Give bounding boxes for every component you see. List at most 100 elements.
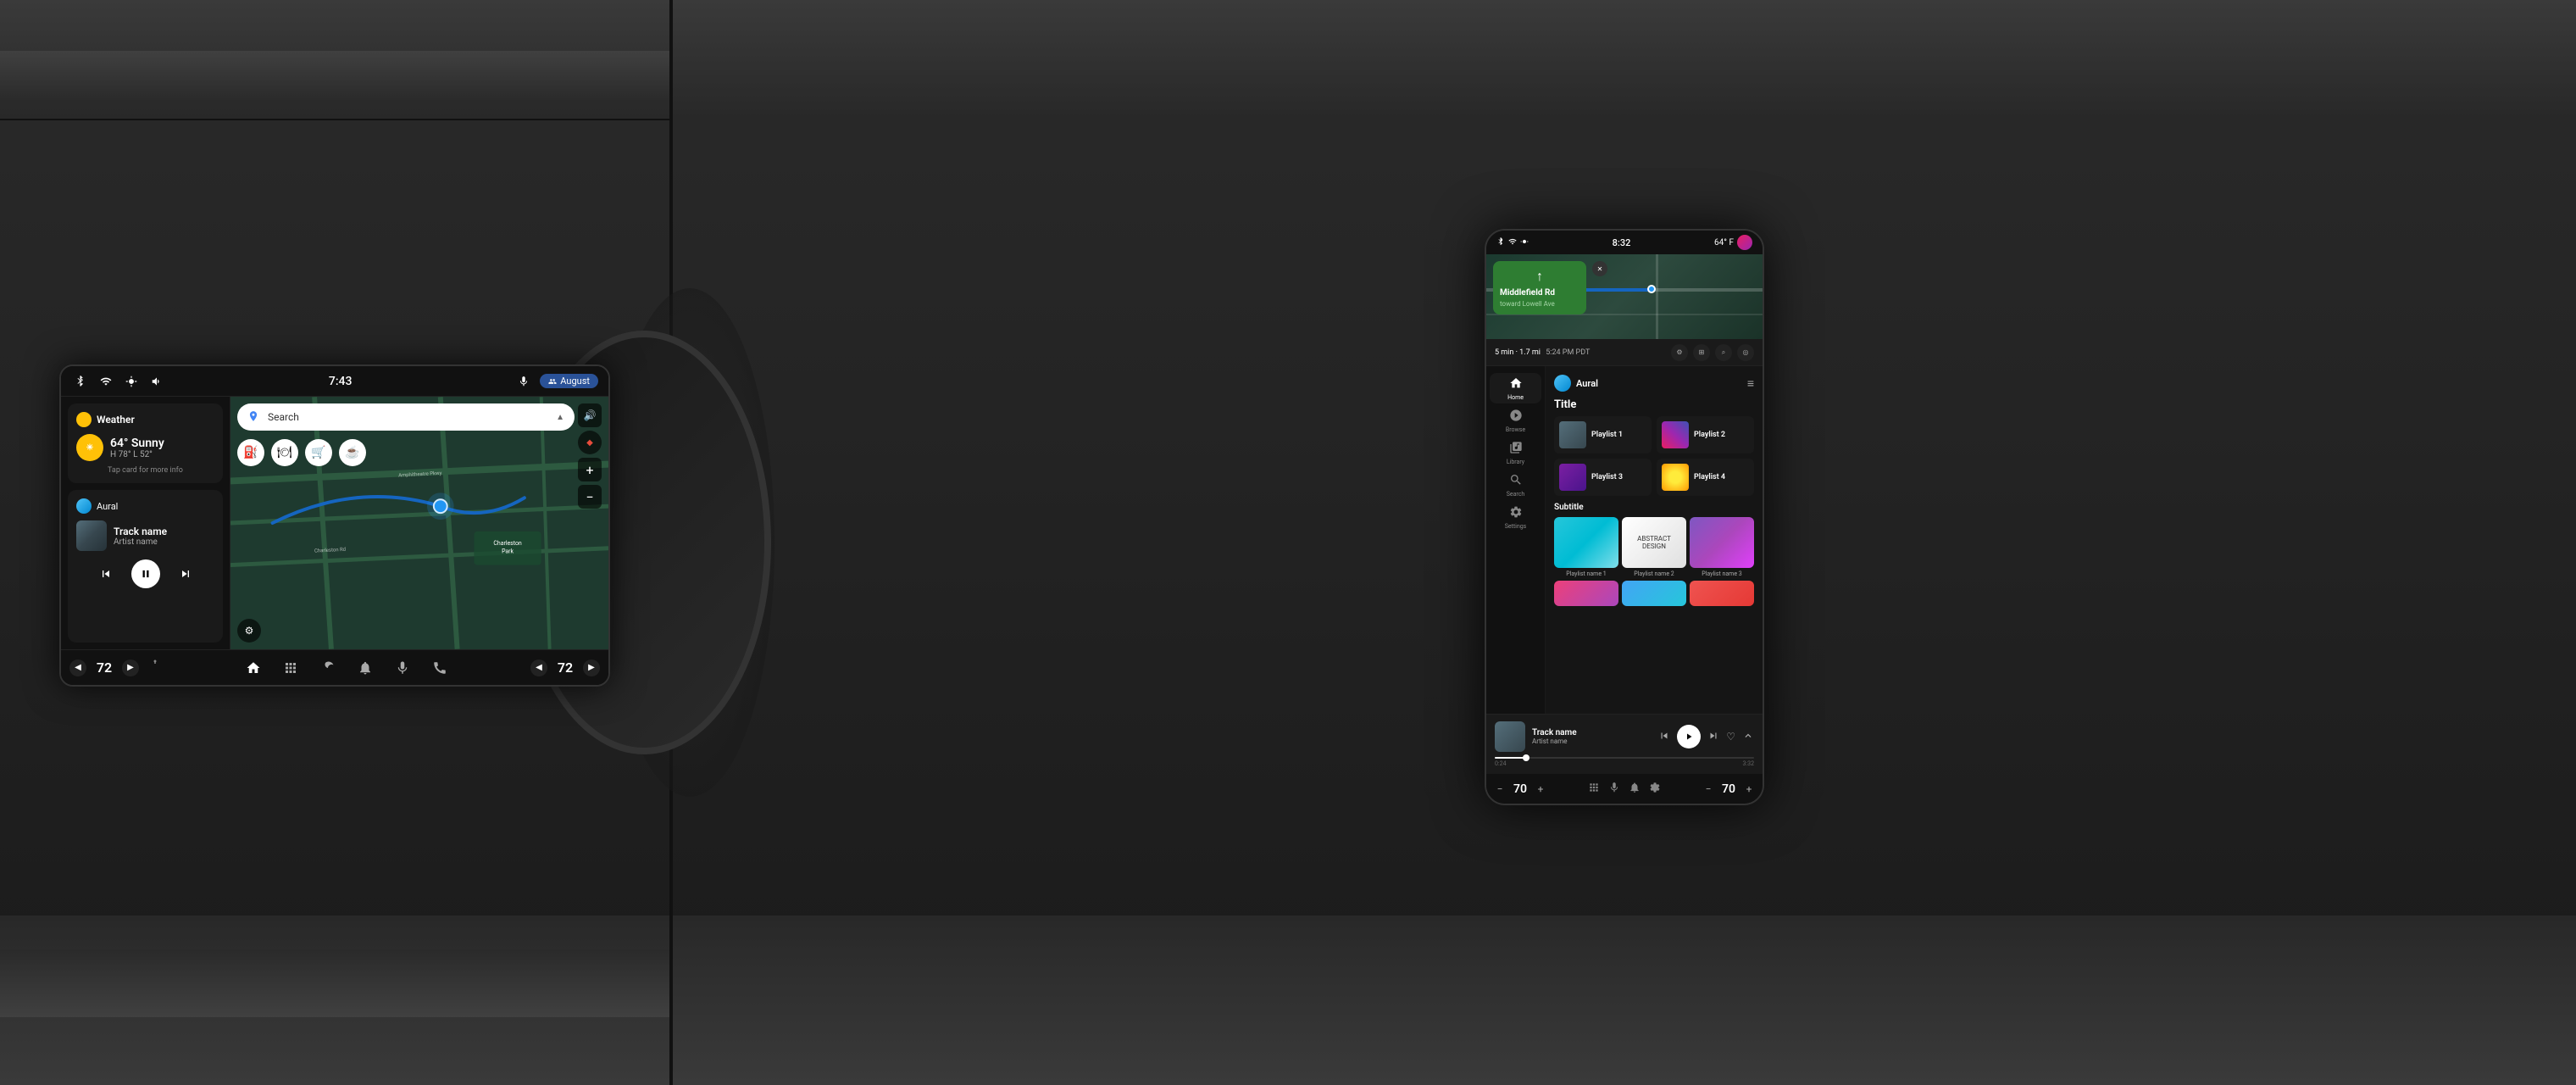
expand-icon: ▲ xyxy=(556,413,564,422)
album-art-image xyxy=(76,520,107,551)
np-expand-button[interactable] xyxy=(1742,730,1754,744)
sidebar-item-settings[interactable]: Settings xyxy=(1490,502,1541,532)
compass-button[interactable]: ◆ xyxy=(578,431,602,454)
subtitle-item-6[interactable] xyxy=(1690,581,1754,606)
app-brand: Aural xyxy=(1554,375,1598,392)
subtitle-art-1 xyxy=(1554,517,1618,568)
sidebar-item-search[interactable]: Search xyxy=(1490,470,1541,500)
gas-station-button[interactable]: ⛽ xyxy=(237,439,264,466)
progress-bar[interactable] xyxy=(1495,757,1754,759)
current-time: 0:24 xyxy=(1495,760,1507,767)
weather-card[interactable]: Weather ☀ 64° Sunny H 78° L 52° xyxy=(68,403,223,483)
phone-temp: 64° F xyxy=(1714,238,1734,248)
temp-info: 64° Sunny H 78° L 52° xyxy=(110,437,164,459)
zoom-in-button[interactable]: + xyxy=(578,458,602,481)
np-next-button[interactable] xyxy=(1707,730,1719,744)
now-playing-controls: ♡ xyxy=(1658,725,1754,748)
car-header-icons xyxy=(71,372,166,391)
shopping-button[interactable]: 🛒 xyxy=(305,439,332,466)
signal-icon xyxy=(97,372,115,391)
volume-map-button[interactable]: 🔊 xyxy=(578,403,602,427)
mic-icon[interactable] xyxy=(514,372,533,391)
phone-temp-right-minus[interactable]: − xyxy=(1702,783,1715,795)
phone-mic-button[interactable] xyxy=(1608,782,1620,796)
sidebar-item-browse[interactable]: Browse xyxy=(1490,405,1541,436)
next-button[interactable] xyxy=(174,562,197,586)
phone-settings-button[interactable] xyxy=(1649,782,1661,796)
phone-signal-icon xyxy=(1508,237,1517,248)
brightness-icon[interactable] xyxy=(122,372,141,391)
apps-button[interactable] xyxy=(279,656,303,680)
playlist-1-name: Playlist 1 xyxy=(1591,431,1623,439)
section-title: Title xyxy=(1554,398,1754,411)
subtitle-item-4[interactable] xyxy=(1554,581,1618,606)
map-settings-button[interactable]: ⚙ xyxy=(237,619,261,643)
np-play-button[interactable] xyxy=(1677,725,1701,748)
nav-close-button[interactable]: ✕ xyxy=(1592,261,1607,276)
car-body: Weather ☀ 64° Sunny H 78° L 52° xyxy=(61,397,608,649)
phone-status-right: 64° F xyxy=(1714,235,1752,250)
phone-left-temp: − 70 + xyxy=(1493,782,1547,796)
subtitle-name-2: Playlist name 2 xyxy=(1622,570,1686,577)
subtitle-item-2[interactable]: ABSTRACTDESIGN Playlist name 2 xyxy=(1622,517,1686,577)
progress-dot xyxy=(1523,754,1530,761)
temp-decrease-right[interactable]: ◀ xyxy=(530,659,547,676)
playlist-icon[interactable]: ≡ xyxy=(1747,376,1754,391)
home-button[interactable] xyxy=(242,656,265,680)
subtitle-item-5[interactable] xyxy=(1622,581,1686,606)
temp-increase-left[interactable]: ▶ xyxy=(122,659,139,676)
map-svg: Charleston Park Amphitheatre Pkwy Charle… xyxy=(230,397,608,649)
nav-eta: 5 min · 1.7 mi 5:24 PM PDT xyxy=(1495,348,1590,357)
car-sidebar: Weather ☀ 64° Sunny H 78° L 52° xyxy=(61,397,230,649)
previous-button[interactable] xyxy=(94,562,118,586)
svg-text:Charleston: Charleston xyxy=(493,540,521,547)
phone-notification-button[interactable] xyxy=(1629,782,1641,796)
map-search-bar[interactable]: Search ▲ xyxy=(237,403,575,431)
voice-button[interactable] xyxy=(391,656,414,680)
settings-icon xyxy=(1509,505,1523,521)
temp-decrease-left[interactable]: ◀ xyxy=(69,659,86,676)
user-badge[interactable]: August xyxy=(540,374,598,388)
subtitle-item-3[interactable]: Playlist name 3 xyxy=(1690,517,1754,577)
now-playing-artist: Artist name xyxy=(1532,737,1652,745)
library-icon xyxy=(1509,441,1523,457)
volume-icon[interactable] xyxy=(147,372,166,391)
music-app-name: Aural xyxy=(97,501,118,512)
phone-temp-left-plus[interactable]: + xyxy=(1534,783,1547,795)
app-header-row: Aural ≡ xyxy=(1554,375,1754,392)
nav-location-icon[interactable]: ◎ xyxy=(1737,344,1754,361)
phone-main-content: Aural ≡ Title Playlist 1 Playlist 2 xyxy=(1546,366,1763,714)
np-favorite-button[interactable]: ♡ xyxy=(1726,731,1735,743)
playlist-item-2[interactable]: Playlist 2 xyxy=(1657,416,1754,453)
phone-bottom-bar: − 70 + xyxy=(1486,773,1763,804)
fan-button[interactable] xyxy=(316,656,340,680)
nav-toward: toward Lowell Ave xyxy=(1500,300,1579,308)
nav-settings-icon[interactable]: ⚙ xyxy=(1671,344,1688,361)
sidebar-browse-label: Browse xyxy=(1506,426,1525,433)
coffee-button[interactable]: ☕ xyxy=(339,439,366,466)
np-previous-button[interactable] xyxy=(1658,730,1670,744)
music-app-header: Aural xyxy=(76,498,214,514)
restaurant-button[interactable]: 🍽 xyxy=(271,439,298,466)
car-map[interactable]: Charleston Park Amphitheatre Pkwy Charle… xyxy=(230,397,608,649)
nav-search-icon[interactable]: ⌕ xyxy=(1715,344,1732,361)
phone-button[interactable] xyxy=(428,656,452,680)
phone-now-playing-bar: Track name Artist name xyxy=(1486,714,1763,773)
playlist-item-4[interactable]: Playlist 4 xyxy=(1657,459,1754,496)
playlist-item-3[interactable]: Playlist 3 xyxy=(1554,459,1652,496)
nav-green-card[interactable]: ↑ Middlefield Rd toward Lowell Ave xyxy=(1493,261,1586,314)
subtitle-item-1[interactable]: Playlist name 1 xyxy=(1554,517,1618,577)
phone-apps-button[interactable] xyxy=(1588,782,1600,796)
nav-layers-icon[interactable]: ⊞ xyxy=(1693,344,1710,361)
playlist-item-1[interactable]: Playlist 1 xyxy=(1554,416,1652,453)
subtitle-art-3 xyxy=(1690,517,1754,568)
notification-button[interactable] xyxy=(353,656,377,680)
sidebar-item-home[interactable]: Home xyxy=(1490,373,1541,403)
temp-increase-right[interactable]: ▶ xyxy=(583,659,600,676)
sidebar-item-library[interactable]: Library xyxy=(1490,437,1541,468)
temp-range: H 78° L 52° xyxy=(110,450,164,459)
pause-button[interactable] xyxy=(131,559,160,588)
phone-temp-left-minus[interactable]: − xyxy=(1493,783,1507,795)
phone-temp-right-plus[interactable]: + xyxy=(1742,783,1756,795)
zoom-out-button[interactable]: − xyxy=(578,485,602,509)
